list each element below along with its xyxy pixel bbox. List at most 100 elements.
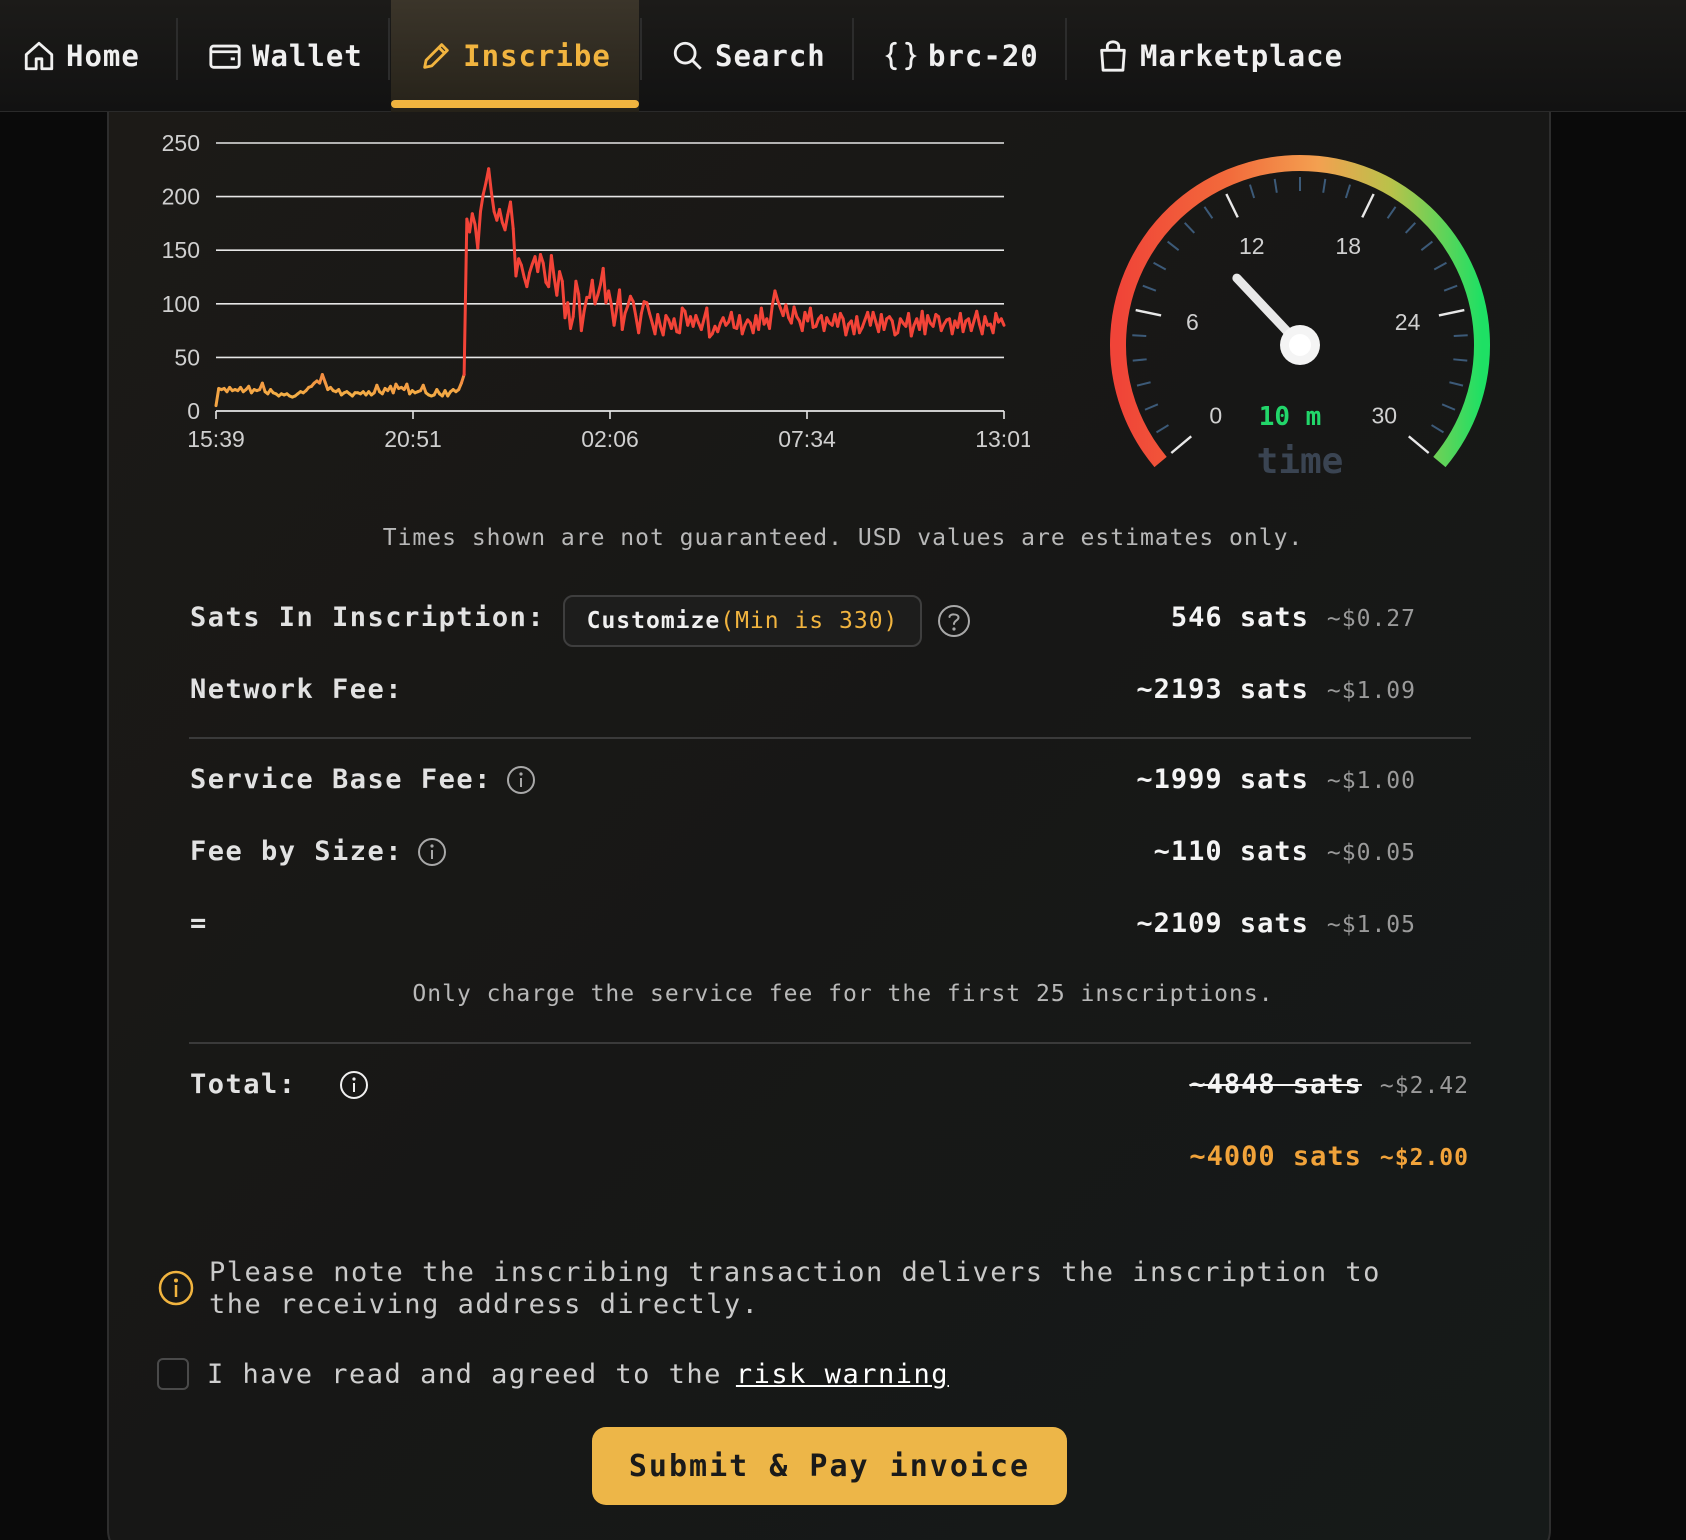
info-icon[interactable]	[506, 765, 536, 795]
nav-brc20-label: brc-20	[928, 39, 1039, 73]
total-discounted-value: ~4000 sats ~$2.00	[1189, 1141, 1469, 1172]
series-segment	[487, 167, 493, 194]
nav-marketplace[interactable]: Marketplace	[1096, 0, 1343, 112]
gauge-major-tick	[1438, 308, 1465, 317]
gauge-minor-tick	[1441, 403, 1456, 411]
gauge-hub-inner	[1289, 334, 1311, 356]
sum-usd: ~$1.05	[1326, 912, 1416, 938]
series-segment	[470, 212, 477, 226]
fee-by-size-amount: ~110 sats	[1153, 836, 1309, 867]
service-fee-note: Only charge the service fee for the firs…	[412, 981, 1274, 1007]
series-segment	[489, 190, 496, 214]
info-icon[interactable]	[339, 1070, 369, 1100]
series-segment	[909, 323, 916, 338]
fee-by-size-label: Fee by Size:	[190, 836, 447, 867]
gauge-minor-tick	[1153, 261, 1167, 271]
network-fee-amount: ~2193 sats	[1136, 674, 1309, 705]
divider	[189, 737, 1471, 739]
nav-wallet[interactable]: Wallet	[208, 0, 363, 112]
customize-button[interactable]: Customize (Min is 330)	[563, 595, 922, 647]
nav-home[interactable]: Home	[22, 0, 140, 112]
gauge-minor-tick	[1322, 178, 1327, 193]
gauge-tick-label: 12	[1239, 233, 1265, 259]
search-icon	[673, 41, 702, 70]
gauge-value-label: 10 m	[1259, 402, 1322, 432]
x-tick-label: 20:51	[384, 426, 442, 452]
nav-brc20[interactable]: brc-20	[884, 0, 1039, 112]
gauge-caption: time	[1257, 441, 1344, 480]
series-segment	[773, 289, 780, 303]
gauge-major-tick	[1361, 193, 1375, 218]
fee-rate-chart: 0 50 100 150 200 250 15:39 20:51 02:06 07:34 13:01	[162, 130, 1030, 452]
sum-text: =	[190, 908, 208, 939]
gauge-minor-tick	[1420, 240, 1434, 251]
series-segment	[844, 322, 851, 337]
fee-rate-series	[214, 167, 1006, 408]
gauge-major-tick	[1225, 193, 1239, 218]
pencil-icon	[423, 43, 449, 69]
gauge-minor-tick	[1142, 284, 1157, 292]
series-segment	[808, 306, 815, 329]
series-segment	[699, 317, 706, 332]
series-segment	[476, 210, 482, 250]
gauge-minor-tick	[1404, 222, 1417, 234]
gauge-minor-tick	[1166, 240, 1180, 251]
series-segment	[612, 306, 619, 327]
gauge-tick-label: 30	[1371, 403, 1397, 429]
network-fee-usd: ~$1.09	[1326, 678, 1416, 704]
series-segment	[462, 217, 469, 377]
fee-by-size-value: ~110 sats ~$0.05	[1154, 836, 1416, 867]
nav-inscribe[interactable]: Inscribe	[391, 0, 639, 112]
risk-warning-link[interactable]: risk warning	[736, 1359, 949, 1390]
gauge-minor-tick	[1132, 358, 1147, 362]
gauge-major-tick	[1170, 435, 1192, 454]
sats-in-inscription-label: Sats In Inscription:	[190, 602, 545, 633]
submit-pay-button[interactable]: Submit & Pay invoice	[592, 1427, 1067, 1505]
x-tick-label: 07:34	[778, 426, 836, 452]
total-original-value: ~4848 sats ~$2.42	[1189, 1069, 1469, 1100]
agree-checkbox[interactable]	[157, 1358, 189, 1390]
series-segment	[549, 254, 556, 279]
series-segment	[525, 271, 532, 289]
nav-home-label: Home	[66, 39, 140, 73]
x-tick-label: 02:06	[581, 426, 639, 452]
sats-in-inscription-text: Sats In Inscription:	[190, 602, 546, 633]
series-segment	[931, 313, 938, 328]
service-base-fee-label: Service Base Fee:	[190, 764, 536, 795]
agreement-row: I have read and agreed to the risk warni…	[157, 1358, 949, 1390]
gauge-minor-tick	[1453, 334, 1468, 338]
agreement-text: I have read and agreed to the	[207, 1358, 722, 1390]
gauge-tick-label: 0	[1209, 403, 1222, 429]
series-segment	[656, 313, 662, 328]
network-fee-text: Network Fee:	[190, 674, 404, 705]
sats-in-inscription-value: 546 sats ~$0.27	[1171, 602, 1416, 633]
help-icon[interactable]	[937, 604, 971, 638]
gauge-minor-tick	[1136, 381, 1151, 387]
sum-value: ~2109 sats ~$1.05	[1136, 908, 1416, 939]
shopping-bag-icon	[1100, 40, 1126, 72]
series-segment	[637, 311, 643, 335]
y-tick-label: 150	[162, 237, 200, 263]
total-discounted-amount: ~4000 sats	[1189, 1141, 1362, 1172]
x-tick-label: 15:39	[187, 426, 245, 452]
gauge-minor-tick	[1203, 206, 1214, 219]
series-segment	[214, 386, 221, 408]
y-tick-label: 250	[162, 130, 200, 156]
series-segment	[871, 310, 878, 324]
gauge-minor-tick	[1449, 381, 1464, 387]
series-segment	[672, 317, 679, 334]
series-segment	[607, 289, 613, 307]
gauge-minor-tick	[1273, 178, 1278, 193]
nav-search[interactable]: Search	[671, 0, 826, 112]
info-icon[interactable]	[417, 837, 447, 867]
gauge-minor-tick	[1386, 206, 1397, 219]
gauge-minor-tick	[1183, 222, 1196, 234]
service-base-fee-usd: ~$1.00	[1326, 768, 1416, 794]
series-segment	[961, 319, 968, 334]
warning-text: Please note the inscribing transaction d…	[209, 1257, 1381, 1320]
nav-divider	[388, 18, 390, 80]
gauge-minor-tick	[1144, 403, 1159, 411]
top-nav: Home Wallet Inscribe Search brc-20 Marke…	[0, 0, 1686, 112]
nav-divider	[852, 18, 854, 80]
y-tick-label: 0	[187, 398, 200, 424]
